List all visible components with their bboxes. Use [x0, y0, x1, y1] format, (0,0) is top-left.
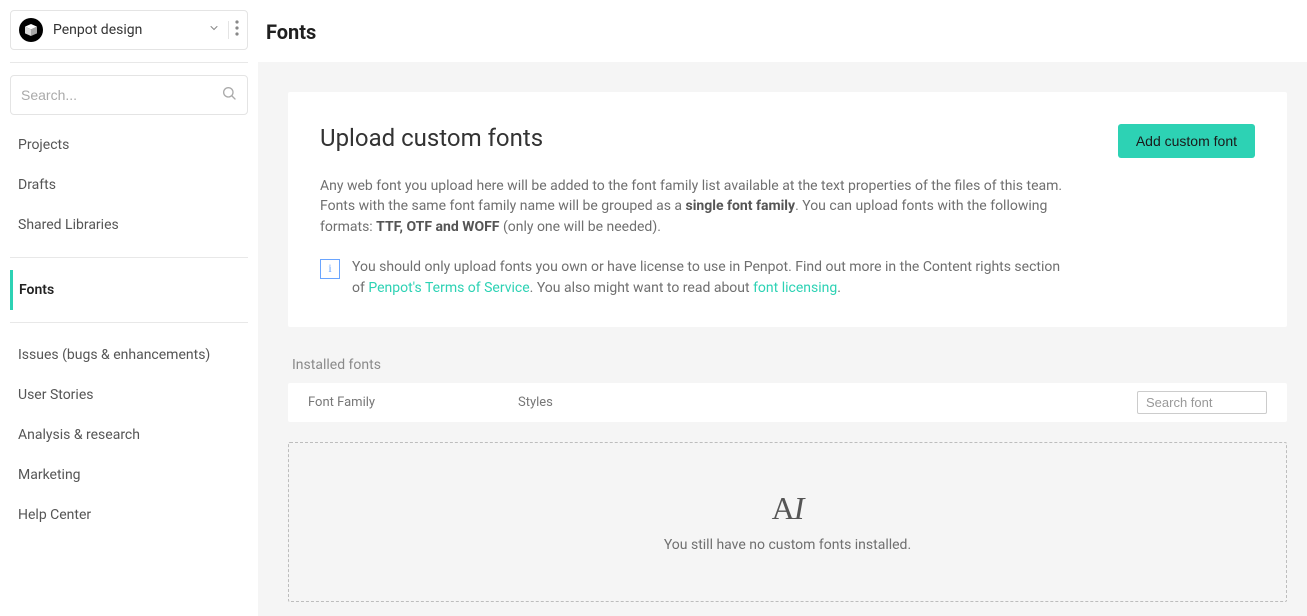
sidebar-item-shared-libraries[interactable]: Shared Libraries [10, 205, 248, 245]
info-text: You should only upload fonts you own or … [352, 257, 1072, 299]
search-input[interactable] [21, 87, 221, 103]
upload-fonts-description: Any web font you upload here will be add… [320, 176, 1080, 237]
desc-bold-family: single font family [686, 198, 796, 214]
search-icon [221, 85, 237, 105]
column-header-family: Font Family [308, 395, 518, 410]
page-header: Fonts [258, 0, 1307, 62]
info-text-part: . [837, 280, 841, 296]
info-callout: i You should only upload fonts you own o… [320, 257, 1255, 299]
divider [10, 257, 248, 258]
nav-group-fonts: Fonts [10, 270, 248, 310]
font-search-input[interactable] [1137, 391, 1267, 414]
info-icon: i [320, 259, 340, 279]
team-name: Penpot design [53, 22, 208, 38]
fonts-dropzone[interactable]: AI You still have no custom fonts instal… [288, 442, 1287, 602]
sidebar-item-user-stories[interactable]: User Stories [10, 375, 248, 415]
divider [228, 21, 229, 39]
nav-group-projects: Issues (bugs & enhancements) User Storie… [10, 335, 248, 535]
sidebar-item-projects[interactable]: Projects [10, 125, 248, 165]
divider [10, 62, 248, 63]
page-title: Fonts [266, 20, 1307, 44]
upload-fonts-card: Upload custom fonts Add custom font Any … [288, 92, 1287, 327]
installed-fonts-label: Installed fonts [292, 357, 1287, 373]
divider [10, 322, 248, 323]
team-selector[interactable]: Penpot design [10, 10, 248, 50]
sidebar-item-marketing[interactable]: Marketing [10, 455, 248, 495]
chevron-down-icon[interactable] [208, 22, 220, 38]
empty-state-text: You still have no custom fonts installed… [664, 537, 911, 553]
kebab-menu-icon[interactable] [235, 20, 239, 40]
upload-fonts-title: Upload custom fonts [320, 124, 543, 152]
sidebar-item-analysis[interactable]: Analysis & research [10, 415, 248, 455]
sidebar-item-fonts[interactable]: Fonts [10, 270, 248, 310]
font-licensing-link[interactable]: font licensing [753, 280, 837, 296]
column-header-styles: Styles [518, 395, 1137, 410]
sidebar-item-drafts[interactable]: Drafts [10, 165, 248, 205]
sidebar-item-help-center[interactable]: Help Center [10, 495, 248, 535]
sidebar-item-issues[interactable]: Issues (bugs & enhancements) [10, 335, 248, 375]
desc-bold-formats: TTF, OTF and WOFF [376, 219, 499, 235]
nav-group-main: Projects Drafts Shared Libraries [10, 125, 248, 245]
info-text-part: . You also might want to read about [530, 280, 753, 296]
desc-text: (only one will be needed). [499, 219, 660, 235]
team-logo-icon [19, 18, 43, 42]
font-glyph-icon: AI [772, 490, 804, 527]
add-custom-font-button[interactable]: Add custom font [1118, 124, 1255, 158]
sidebar-search[interactable] [10, 75, 248, 115]
terms-of-service-link[interactable]: Penpot's Terms of Service [368, 280, 529, 296]
fonts-table-header: Font Family Styles [288, 383, 1287, 422]
